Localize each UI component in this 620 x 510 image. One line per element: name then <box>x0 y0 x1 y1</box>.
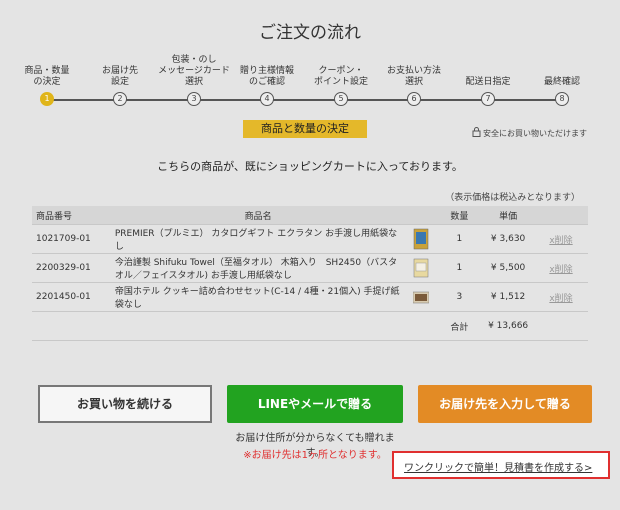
header-code: 商品番号 <box>32 206 111 225</box>
order-steps: 商品・数量 の決定 1 お届け先 設定 2 包装・のし メッセージカード 選択 … <box>0 50 620 112</box>
item-code: 1021709-01 <box>32 224 111 254</box>
step-number: 1 <box>40 92 54 106</box>
header-name: 商品名 <box>110 206 406 225</box>
delete-link[interactable]: x削除 <box>549 265 572 275</box>
item-qty: 3 <box>436 282 483 312</box>
table-row: 1021709-01 PREMIER（プルミエ） カタログギフト エクラタン お… <box>32 224 588 254</box>
item-name[interactable]: PREMIER（プルミエ） カタログギフト エクラタン お手渡し用紙袋なし <box>110 224 406 254</box>
section-title-badge: 商品と数量の決定 <box>243 120 367 138</box>
item-price: ¥ 5,500 <box>482 253 535 283</box>
step-number: 3 <box>187 92 201 106</box>
table-row: 2200329-01 今治謹製 Shifuku Towel（至福タオル） 木箱入… <box>32 253 588 283</box>
item-code: 2201450-01 <box>32 282 111 312</box>
cart-notice: こちらの商品が、既にショッピングカートに入っております。 <box>157 160 463 173</box>
step-number: 6 <box>407 92 421 106</box>
total-value: ¥ 13,666 <box>482 311 535 341</box>
send-via-line-mail-button[interactable]: LINEやメールで贈る <box>227 385 403 423</box>
step-number: 5 <box>334 92 348 106</box>
total-row: 合計 ¥ 13,666 <box>32 311 588 341</box>
step-number: 2 <box>113 92 127 106</box>
cart-table: 商品番号 商品名 数量 単価 1021709-01 PREMIER（プルミエ） … <box>32 206 588 341</box>
step-label: 最終確認 <box>543 77 580 87</box>
item-qty: 1 <box>436 224 483 254</box>
table-row: 2201450-01 帝国ホテル クッキー詰め合わせセット(C-14 / 4種・… <box>32 282 588 312</box>
step-8: 最終確認 8 <box>517 50 607 106</box>
delete-link[interactable]: x削除 <box>549 294 572 304</box>
item-thumbnail[interactable] <box>405 253 437 283</box>
item-price: ¥ 1,512 <box>482 282 535 312</box>
secure-shopping-note: 安全にお買い物いただけます <box>472 127 587 139</box>
table-header-row: 商品番号 商品名 数量 単価 <box>32 206 588 225</box>
total-label: 合計 <box>436 311 483 341</box>
item-price: ¥ 3,630 <box>482 224 535 254</box>
step-number: 4 <box>260 92 274 106</box>
quote-link-box: ワンクリックで簡単！見積書を作成する> <box>392 451 610 479</box>
secure-text: 安全にお買い物いただけます <box>483 128 587 138</box>
lock-icon <box>472 127 481 139</box>
item-name[interactable]: 今治謹製 Shifuku Towel（至福タオル） 木箱入り SH2450（バス… <box>110 253 406 283</box>
continue-shopping-button[interactable]: お買い物を続ける <box>38 385 212 423</box>
item-qty: 1 <box>436 253 483 283</box>
create-quote-link[interactable]: ワンクリックで簡単！見積書を作成する> <box>404 459 592 474</box>
item-thumbnail[interactable] <box>405 282 437 312</box>
step-number: 8 <box>555 92 569 106</box>
tax-note: （表示価格は税込みとなります） <box>445 193 580 203</box>
step-number: 7 <box>481 92 495 106</box>
item-name[interactable]: 帝国ホテル クッキー詰め合わせセット(C-14 / 4種・21個入) 手提げ紙袋… <box>110 282 406 312</box>
item-code: 2200329-01 <box>32 253 111 283</box>
header-price: 単価 <box>482 206 535 225</box>
single-address-warning: ※お届け先は1ヶ所となります。 <box>243 450 387 461</box>
header-qty: 数量 <box>436 206 483 225</box>
page-title: ご注文の流れ <box>259 23 361 43</box>
enter-address-button[interactable]: お届け先を入力して贈る <box>418 385 592 423</box>
delete-link[interactable]: x削除 <box>549 236 572 246</box>
item-thumbnail[interactable] <box>405 224 437 254</box>
